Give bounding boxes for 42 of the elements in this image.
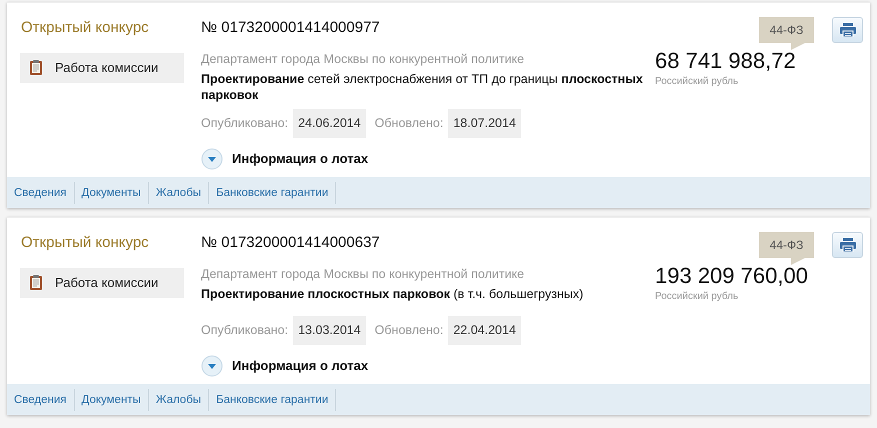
published-label: Опубликовано: <box>201 322 288 340</box>
tender-number: № 0173200001414000637 <box>201 233 381 253</box>
stage-label: Работа комиссии <box>20 52 184 82</box>
published-date: 24.06.2014 <box>293 109 366 138</box>
badge-pointer <box>791 258 805 265</box>
tender-description: Проектирование сетей электроснабжения от ТП до границы плоскостных парковок <box>201 71 644 104</box>
card-tab-link[interactable]: Банковские гарантии <box>209 388 336 410</box>
card-tab-link[interactable]: Сведения <box>7 182 75 204</box>
chevron-down-icon <box>201 148 223 170</box>
chevron-down-icon <box>201 355 223 377</box>
clipboard-icon <box>29 59 43 76</box>
currency: Российский рубль <box>655 290 740 304</box>
customer-name: Департамент города Москвы по конкурентной политике <box>201 266 526 283</box>
lots-toggle[interactable]: Информация о лотах <box>201 148 655 170</box>
card-tab-link[interactable]: Жалобы <box>148 388 210 410</box>
card-tab-link[interactable]: Документы <box>74 388 149 410</box>
procedure-type: Открытый конкурс <box>20 233 150 253</box>
printer-icon <box>840 23 856 37</box>
published-date: 13.03.2014 <box>293 316 366 345</box>
updated-date: 22.04.2014 <box>448 316 521 345</box>
customer-name: Департамент города Москвы по конкурентной политике <box>201 50 526 68</box>
updated-label: Обновлено: <box>374 322 444 340</box>
print-button[interactable] <box>832 17 863 43</box>
price: 68 741 988,72 <box>655 48 797 74</box>
badge-pointer <box>791 43 805 50</box>
tender-description: Проектирование плоскостных парковок (в т.ч. большегрузных) <box>201 286 584 304</box>
tender-number: № 0173200001414000977 <box>201 18 381 38</box>
price: 193 209 760,00 <box>655 263 809 289</box>
stage-label: Работа комиссии <box>20 268 184 298</box>
lots-toggle[interactable]: Информация о лотах <box>201 355 655 377</box>
card-tab-link[interactable]: Банковские гарантии <box>209 182 336 204</box>
print-button[interactable] <box>832 232 863 258</box>
card-tab-link[interactable]: Документы <box>74 182 149 204</box>
procedure-type: Открытый конкурс <box>20 18 150 38</box>
currency: Российский рубль <box>655 75 740 89</box>
updated-date: 18.07.2014 <box>448 109 521 138</box>
clipboard-icon <box>29 274 43 291</box>
card-tab-link[interactable]: Сведения <box>7 388 75 410</box>
card-tab-link[interactable]: Жалобы <box>148 182 210 204</box>
printer-icon <box>840 238 856 252</box>
updated-label: Обновлено: <box>374 115 444 132</box>
published-label: Опубликовано: <box>201 115 288 132</box>
